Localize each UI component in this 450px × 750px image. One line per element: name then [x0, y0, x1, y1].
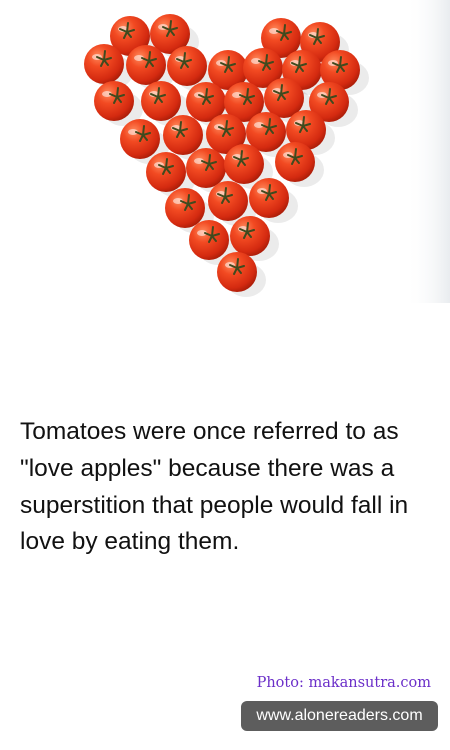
photo-credit: Photo: makansutra.com	[256, 675, 431, 691]
tomato-heart-image	[0, 0, 450, 303]
site-link-badge[interactable]: www.alonereaders.com	[241, 701, 438, 731]
tomato-fact-text: Tomatoes were once referred to as "love …	[20, 418, 409, 556]
tomato-heart-photo	[0, 0, 450, 303]
